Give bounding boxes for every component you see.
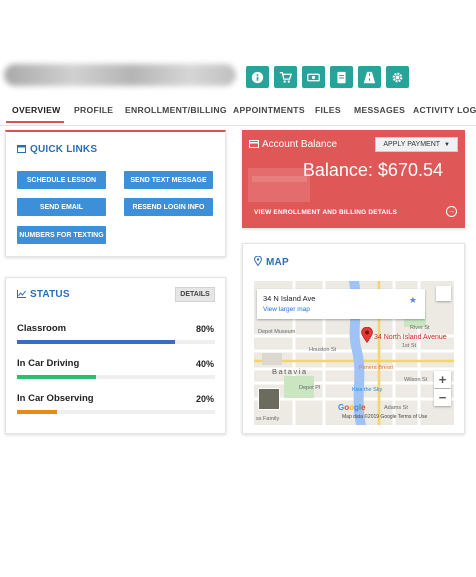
schedule-lesson-button[interactable]: SCHEDULE LESSON (17, 171, 106, 189)
map-label-batavia: Batavia (272, 367, 308, 376)
status-card: STATUS DETAILS Classroom 80% In Car Driv… (5, 277, 226, 434)
info-icon (251, 71, 264, 83)
chart-icon (17, 290, 26, 301)
status-percent-classroom: 80% (195, 324, 214, 334)
caret-down-icon: ▼ (444, 141, 450, 148)
tab-profile[interactable]: PROFILE (74, 105, 113, 115)
quick-links-title: QUICK LINKS (17, 144, 97, 156)
info-button[interactable] (246, 66, 269, 88)
map-label-adams: Adams St (384, 405, 408, 411)
map-popup-title: 34 N Island Ave (263, 294, 316, 303)
status-title: STATUS (17, 289, 70, 301)
map-attribution: Map data ©2019 Google Terms of Use (342, 414, 428, 420)
tab-enrollment-billing[interactable]: ENROLLMENT/BILLING (125, 105, 227, 115)
status-percent-in-car-observing: 20% (195, 394, 214, 404)
tab-activity-log[interactable]: ACTIVITY LOG (413, 105, 476, 115)
cart-button[interactable] (274, 66, 297, 88)
map-info-popup: 34 N Island Ave View larger map ★ (257, 289, 425, 319)
map-label-depot-place: Depot Pl (299, 385, 321, 391)
progress-fill-in-car-driving (17, 375, 97, 379)
apply-payment-button[interactable]: APPLY PAYMENT ▼ (375, 137, 458, 152)
map-label-family: ss Family (256, 416, 280, 422)
balance-amount: Balance: $670.54 (302, 160, 443, 180)
star-icon[interactable]: ★ (409, 295, 417, 306)
status-label-classroom: Classroom (17, 323, 67, 334)
zoom-in-button[interactable]: + (434, 371, 451, 388)
fullscreen-icon[interactable] (436, 286, 451, 301)
progress-track-in-car-driving (17, 375, 215, 379)
zoom-out-button[interactable]: − (434, 389, 451, 406)
document-button[interactable] (330, 66, 353, 88)
map-pin-icon (361, 326, 373, 348)
decorative-shape (252, 176, 307, 182)
map-label-1st-st: 1st St (402, 343, 417, 349)
status-percent-in-car-driving: 40% (195, 359, 214, 369)
link-icon (17, 145, 26, 156)
settings-button[interactable] (386, 66, 409, 88)
view-enrollment-billing-link[interactable]: VIEW ENROLLMENT AND BILLING DETAILS (254, 209, 397, 216)
progress-fill-classroom (17, 340, 176, 344)
road-button[interactable] (358, 66, 381, 88)
google-logo: Google (338, 403, 366, 412)
progress-track-classroom (17, 340, 215, 344)
send-email-button[interactable]: SEND EMAIL (17, 198, 106, 216)
map-label-panera: Panera Bread (359, 365, 393, 371)
map-label-houston: Houston St (309, 347, 337, 353)
tab-files[interactable]: FILES (315, 105, 341, 115)
map-label-kiss-the-sky: Kiss the Sky (352, 387, 383, 393)
cart-icon (279, 71, 292, 83)
tab-bar: OVERVIEW PROFILE ENROLLMENT/BILLING APPO… (0, 96, 476, 126)
google-map[interactable]: 34 N Island Ave View larger map ★ 34 Nor… (254, 281, 454, 425)
money-icon (307, 73, 320, 81)
map-title: MAP (253, 255, 289, 269)
map-card: MAP 34 N Island Ave View larger map ★ 34… (242, 243, 465, 434)
arrow-right-icon[interactable]: → (446, 206, 457, 217)
resend-login-info-button[interactable]: RESEND LOGIN INFO (124, 198, 213, 216)
map-marker-icon (253, 255, 263, 269)
action-toolbar (246, 66, 409, 88)
map-pin-label: 34 North Island Avenue (374, 334, 447, 341)
progress-fill-in-car-observing (17, 410, 57, 414)
status-details-button[interactable]: DETAILS (175, 287, 215, 302)
gear-icon (392, 72, 403, 82)
student-name-blurred (4, 64, 236, 86)
view-larger-map-link[interactable]: View larger map (263, 306, 310, 313)
road-icon (363, 71, 376, 83)
tab-overview[interactable]: OVERVIEW (12, 105, 61, 115)
numbers-for-texting-button[interactable]: NUMBERS FOR TEXTING (17, 226, 106, 244)
decorative-shape (248, 168, 310, 202)
street-view-thumbnail[interactable] (258, 388, 280, 410)
account-balance-card: Account Balance APPLY PAYMENT ▼ Balance:… (242, 130, 465, 228)
map-label-river-st: River St (410, 325, 430, 331)
active-tab-indicator (6, 121, 64, 123)
credit-card-icon (249, 139, 262, 150)
tab-messages[interactable]: MESSAGES (354, 105, 405, 115)
map-label-wilson: Wilson St (404, 377, 428, 383)
tab-appointments[interactable]: APPOINTMENTS (233, 105, 305, 115)
map-label-depot: Depot Museum (258, 329, 296, 335)
progress-track-in-car-observing (17, 410, 215, 414)
payment-button[interactable] (302, 66, 325, 88)
status-label-in-car-driving: In Car Driving (17, 358, 80, 369)
account-balance-title: Account Balance (249, 139, 337, 150)
document-icon (337, 71, 346, 83)
quick-links-card: QUICK LINKS SCHEDULE LESSON SEND TEXT ME… (5, 130, 226, 257)
send-text-message-button[interactable]: SEND TEXT MESSAGE (124, 171, 213, 189)
status-label-in-car-observing: In Car Observing (17, 393, 94, 404)
